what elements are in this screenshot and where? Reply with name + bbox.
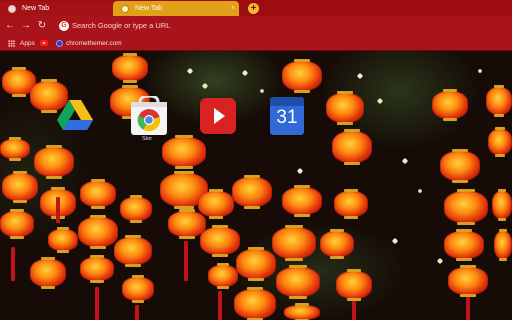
lantern: [236, 247, 276, 281]
lantern-tassel: [466, 297, 470, 320]
lantern: [198, 189, 234, 219]
lantern-tassel: [56, 197, 60, 223]
lantern: [208, 263, 238, 289]
youtube-tile[interactable]: [200, 98, 236, 134]
lantern: [282, 185, 322, 217]
youtube-icon: [40, 40, 48, 46]
lantern: [0, 209, 34, 239]
reload-icon[interactable]: ↻: [36, 20, 48, 32]
omnibox[interactable]: Search Google or type a URL: [56, 19, 504, 33]
lantern: [326, 91, 364, 125]
lantern-tassel: [11, 247, 15, 281]
tab-strip: New Tab × New Tab × +: [0, 0, 512, 16]
lantern: [336, 269, 372, 301]
tab-title: New Tab: [135, 5, 163, 12]
lantern: [494, 229, 512, 261]
lantern: [320, 229, 354, 259]
lantern: [486, 85, 512, 117]
chrome-favicon-icon: [8, 4, 16, 13]
lantern-tassel: [135, 305, 139, 320]
lantern: [444, 189, 488, 225]
lantern: [78, 215, 118, 249]
lantern: [432, 89, 468, 121]
google-calendar-tile[interactable]: 31: [270, 97, 304, 135]
bookmark-chromethemer[interactable]: chromethemer.com: [56, 38, 122, 48]
lantern-tassel: [352, 301, 356, 320]
lantern: [122, 275, 154, 303]
lantern: [48, 227, 78, 253]
lantern: [34, 145, 74, 179]
tab-title: New Tab: [22, 5, 50, 12]
bookmark-apps[interactable]: Apps: [8, 38, 35, 48]
bookmarks-bar: Apps chromethemer.com: [0, 36, 512, 51]
lantern: [444, 229, 484, 261]
lantern: [232, 175, 272, 209]
lantern: [30, 257, 66, 289]
close-icon[interactable]: ×: [231, 5, 235, 12]
lantern-tassel: [184, 241, 188, 281]
lantern: [284, 303, 320, 320]
lantern: [0, 137, 30, 161]
lantern: [448, 265, 488, 297]
tile-label: Stor: [141, 136, 153, 142]
google-drive-icon: [57, 100, 93, 130]
tab-new-tab-2[interactable]: New Tab ×: [113, 1, 239, 16]
lantern: [114, 235, 152, 267]
chromethemer-icon: [56, 39, 63, 47]
lantern: [2, 171, 38, 203]
lantern-tassel: [218, 291, 222, 320]
bookmark-label: Apps: [20, 39, 35, 47]
forward-icon[interactable]: →: [20, 20, 32, 32]
google-icon: [59, 21, 69, 31]
lantern: [112, 53, 148, 83]
lantern: [488, 127, 512, 157]
lantern: [332, 129, 372, 165]
lantern: [80, 255, 114, 283]
lantern: [200, 225, 240, 257]
calendar-day-number: 31: [276, 107, 298, 128]
lantern: [276, 265, 320, 299]
lantern: [272, 225, 316, 261]
lantern: [120, 195, 152, 223]
apps-grid-icon: [8, 39, 15, 47]
chrome-favicon-icon: [121, 4, 129, 13]
lantern: [492, 189, 512, 221]
lantern-tassel: [95, 287, 99, 320]
calendar-header: [270, 97, 304, 106]
tab-new-tab-1[interactable]: New Tab ×: [0, 1, 121, 16]
toolbar: ← → ↻ Search Google or type a URL: [0, 16, 512, 36]
new-tab-page-background: [0, 51, 512, 320]
new-tab-button[interactable]: +: [248, 3, 259, 14]
lantern: [334, 189, 368, 219]
chrome-web-store-icon: [131, 94, 167, 135]
bookmark-youtube[interactable]: [40, 38, 54, 48]
lantern: [282, 59, 322, 93]
lantern: [80, 179, 116, 209]
google-drive-tile[interactable]: [57, 98, 93, 132]
omnibox-placeholder[interactable]: Search Google or type a URL: [72, 21, 170, 30]
chrome-web-store-tile[interactable]: Stor: [130, 94, 168, 142]
bookmark-label: chromethemer.com: [66, 39, 122, 47]
back-icon[interactable]: ←: [4, 20, 16, 32]
lantern: [440, 149, 480, 183]
lantern: [234, 287, 276, 320]
